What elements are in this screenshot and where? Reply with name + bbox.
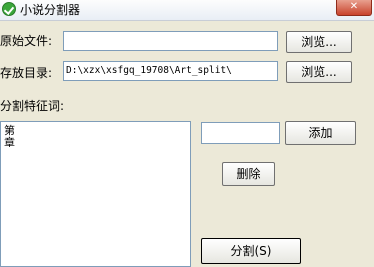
add-keyword-button[interactable]: 添加 <box>285 121 356 145</box>
app-window: 小说分割器 ✕ 原始文件: 浏览... 存放目录: D:\xzx\xsfgq_1… <box>0 0 374 267</box>
list-item[interactable]: 章 <box>4 137 15 149</box>
keyword-list[interactable]: 第 章 <box>0 121 191 267</box>
source-file-input[interactable] <box>63 31 278 51</box>
app-check-icon <box>2 2 16 16</box>
output-dir-input[interactable]: D:\xzx\xsfgq_19708\Art_split\ <box>63 61 278 81</box>
title-bar[interactable]: 小说分割器 ✕ <box>0 0 374 21</box>
keywords-label: 分割特征词: <box>0 99 65 113</box>
output-browse-button[interactable]: 浏览... <box>286 61 352 83</box>
source-browse-button[interactable]: 浏览... <box>286 31 352 53</box>
split-button[interactable]: 分割(S) <box>201 238 301 264</box>
keyword-input[interactable] <box>201 122 280 144</box>
source-file-label: 原始文件: <box>0 34 53 48</box>
delete-keyword-button[interactable]: 删除 <box>222 162 275 186</box>
output-dir-label: 存放目录: <box>0 66 53 80</box>
window-title: 小说分割器 <box>20 3 81 17</box>
close-button[interactable]: ✕ <box>336 0 372 16</box>
